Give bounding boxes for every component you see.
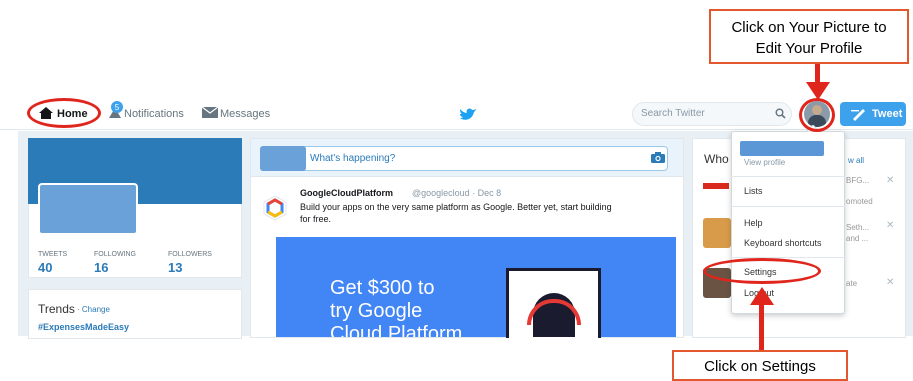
nav-messages[interactable]: Messages [220, 108, 270, 120]
dismiss-1-icon[interactable]: ✕ [886, 175, 894, 186]
compose-placeholder: What's happening? [310, 153, 396, 164]
stat-tweets-value[interactable]: 40 [38, 260, 52, 275]
dismiss-3-icon[interactable]: ✕ [886, 277, 894, 288]
tweet-author-name[interactable]: GoogleCloudPlatform [300, 188, 393, 198]
trends-title: Trends [38, 302, 75, 316]
arrow-up-head-icon [750, 287, 774, 305]
twitter-bird-logo-icon [460, 108, 476, 120]
suggestion-3-text[interactable]: ate [846, 279, 857, 288]
suggested-account-logo[interactable] [703, 183, 729, 189]
trends-change-link[interactable]: · Change [77, 305, 110, 314]
messages-icon [201, 106, 219, 118]
arrow-to-settings [759, 304, 764, 352]
ad-text-line-2: try Google [330, 300, 423, 322]
suggestion-1-text[interactable]: BFG... [846, 176, 869, 185]
search-input[interactable]: Search Twitter [632, 102, 792, 126]
stat-followers-label: FOLLOWERS [168, 251, 212, 258]
dismiss-2-icon[interactable]: ✕ [886, 220, 894, 231]
compose-quill-icon [851, 109, 865, 121]
ad-text-line-3: Cloud Platform [330, 323, 463, 337]
google-cloud-avatar-icon[interactable] [262, 195, 288, 221]
stat-following-label: FOLLOWING [94, 251, 137, 258]
menu-divider [731, 206, 845, 207]
highlight-ring-avatar [799, 98, 835, 132]
instruction-callout-settings: Click on Settings [672, 350, 848, 381]
nav-notifications[interactable]: Notifications [124, 108, 184, 120]
tweet-button-label: Tweet [872, 108, 903, 120]
tweet-button[interactable]: Tweet [840, 102, 906, 126]
tweet-handle-date[interactable]: @googlecloud · Dec 8 [412, 188, 501, 198]
who-view-all-link[interactable]: w all [848, 156, 864, 165]
highlight-ring-settings [703, 258, 821, 284]
highlight-ring-home [27, 98, 101, 128]
notifications-icon: 5 [109, 101, 123, 118]
menu-view-profile[interactable]: View profile [744, 158, 785, 167]
menu-keyboard-shortcuts[interactable]: Keyboard shortcuts [744, 238, 822, 248]
callout-line-2: Edit Your Profile [755, 40, 863, 57]
camera-icon[interactable] [651, 152, 665, 163]
suggestion-1-promoted: omoted [846, 197, 873, 206]
search-icon[interactable] [775, 108, 786, 119]
notifications-count-badge: 5 [115, 103, 120, 112]
compose-avatar [260, 146, 306, 171]
profile-card-avatar[interactable] [38, 183, 138, 235]
menu-divider [731, 176, 845, 177]
ad-text-line-1: Get $300 to [330, 277, 435, 299]
tweet-ad-image[interactable]: Get $300 to try Google Cloud Platform [276, 237, 676, 337]
stat-tweets-label: TWEETS [38, 251, 68, 258]
menu-help[interactable]: Help [744, 218, 763, 228]
menu-lists[interactable]: Lists [744, 186, 763, 196]
stat-followers-value[interactable]: 13 [168, 260, 182, 275]
instruction-callout-profile: Click on Your Picture to Edit Your Profi… [709, 9, 909, 64]
suggestion-2-text[interactable]: Seth... [846, 223, 869, 232]
suggestion-2-avatar[interactable] [703, 218, 731, 248]
callout-line-1: Click on Your Picture to [731, 19, 887, 36]
who-to-follow-title: Who [704, 152, 729, 166]
tweet-text-line-1: Build your apps on the very same platfor… [300, 202, 612, 212]
stat-following-value[interactable]: 16 [94, 260, 108, 275]
ad-laptop-illustration [506, 268, 601, 338]
trend-item[interactable]: #ExpensesMadeEasy [38, 322, 129, 332]
suggestion-2-subtext: and ... [846, 234, 869, 243]
tweet-text-line-2: for free. [300, 214, 332, 224]
dropdown-user-name[interactable] [740, 141, 824, 156]
